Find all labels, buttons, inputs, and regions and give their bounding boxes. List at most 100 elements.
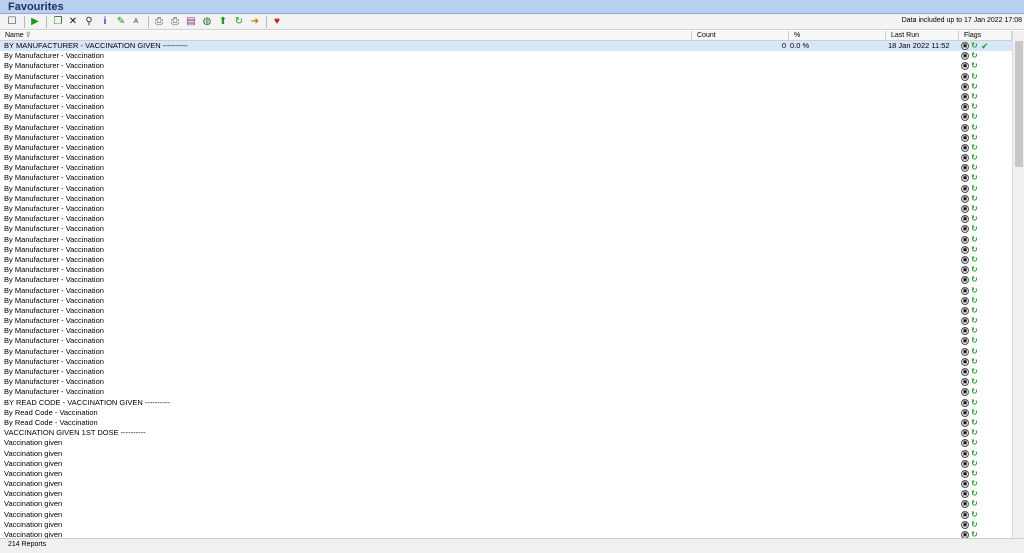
table-row[interactable]: By Manufacturer - Vaccination ▣ ↻ [0, 347, 1012, 357]
table-row[interactable]: Vaccination given ▣ ↻ [0, 459, 1012, 469]
favourite-icon[interactable]: ♥ [271, 16, 283, 28]
table-row[interactable]: By Manufacturer - Vaccination ▣ ↻ [0, 336, 1012, 346]
table-row[interactable]: By Manufacturer - Vaccination ▣ ↻ [0, 296, 1012, 306]
report-flag-icon: ▣ [961, 286, 969, 295]
column-pct[interactable]: % [789, 31, 886, 41]
table-row[interactable]: By Manufacturer - Vaccination ▣ ↻ [0, 204, 1012, 214]
table-row[interactable]: By Read Code - Vaccination ▣ ↻ [0, 408, 1012, 418]
table-row[interactable]: By Manufacturer - Vaccination ▣ ↻ [0, 163, 1012, 173]
table-row[interactable]: By Manufacturer - Vaccination ▣ ↻ [0, 112, 1012, 122]
table-row[interactable]: By Manufacturer - Vaccination ▣ ↻ [0, 306, 1012, 316]
search-icon[interactable]: ⚲ [83, 16, 95, 28]
new-icon[interactable]: ☐ [6, 16, 18, 28]
report-flag-icon: ▣ [961, 317, 969, 326]
table-row[interactable]: Vaccination given ▣ ↻ [0, 469, 1012, 479]
table-row[interactable]: By Manufacturer - Vaccination ▣ ↻ [0, 235, 1012, 245]
export-icon[interactable]: ▤ [185, 16, 197, 28]
recycle-flag-icon: ↻ [971, 153, 978, 163]
table-row[interactable]: By Manufacturer - Vaccination ▣ ↻ [0, 143, 1012, 153]
table-row[interactable]: By Read Code - Vaccination ▣ ↻ [0, 418, 1012, 428]
column-last-run[interactable]: Last Run [886, 31, 959, 41]
row-name: By Manufacturer - Vaccination [4, 356, 104, 366]
table-row[interactable]: By Manufacturer - Vaccination ▣ ↻ [0, 224, 1012, 234]
edit-icon[interactable]: ✎ [115, 16, 127, 28]
delete-icon[interactable]: ✕ [67, 16, 79, 28]
recycle-flag-icon: ↻ [971, 458, 978, 468]
move-up-icon[interactable]: ⬆ [217, 16, 229, 28]
table-row[interactable]: Vaccination given ▣ ↻ [0, 479, 1012, 489]
table-row[interactable]: By Manufacturer - Vaccination ▣ ↻ [0, 184, 1012, 194]
table-row[interactable]: By Manufacturer - Vaccination ▣ ↻ [0, 72, 1012, 82]
print-preview-icon[interactable]: ⎙ [169, 16, 181, 28]
recycle-flag-icon: ↻ [971, 438, 978, 448]
report-flag-icon: ▣ [961, 266, 969, 275]
table-row[interactable]: Vaccination given ▣ ↻ [0, 489, 1012, 499]
send-icon[interactable]: ➜ [249, 16, 261, 28]
table-row[interactable]: By Manufacturer - Vaccination ▣ ↻ [0, 326, 1012, 336]
table-row[interactable]: By Manufacturer - Vaccination ▣ ↻ [0, 133, 1012, 143]
table-row[interactable]: Vaccination given ▣ ↻ [0, 499, 1012, 509]
report-flag-icon: ▣ [961, 368, 969, 376]
table-row[interactable]: Vaccination given ▣ ↻ [0, 449, 1012, 459]
table-row[interactable]: By Manufacturer - Vaccination ▣ ↻ [0, 123, 1012, 133]
row-name: By Manufacturer - Vaccination [4, 305, 104, 315]
column-flags[interactable]: Flags [959, 31, 1012, 41]
recycle-flag-icon: ↻ [971, 193, 978, 203]
column-name[interactable]: Name ⊽ [0, 31, 692, 41]
report-flag-icon: ▣ [961, 103, 969, 112]
recycle-flag-icon: ↻ [971, 265, 978, 275]
table-row[interactable]: Vaccination given ▣ ↻ [0, 438, 1012, 448]
table-row[interactable]: By Manufacturer - Vaccination ▣ ↻ [0, 153, 1012, 163]
title-bar: Favourites [0, 0, 1024, 14]
row-name: Vaccination given [4, 468, 63, 478]
report-flag-icon: ▣ [961, 378, 969, 387]
recycle-flag-icon: ↻ [971, 254, 978, 264]
recycle-flag-icon: ↻ [971, 91, 978, 101]
table-row[interactable]: By Manufacturer - Vaccination ▣ ↻ [0, 286, 1012, 296]
rename-icon[interactable]: A [130, 16, 142, 28]
info-icon[interactable]: i [99, 16, 111, 28]
table-row[interactable]: VACCINATION GIVEN 1ST DOSE ---------- ▣ ↻ [0, 428, 1012, 438]
table-row[interactable]: By Manufacturer - Vaccination ▣ ↻ [0, 387, 1012, 397]
filter-icon[interactable]: ⊽ [26, 32, 31, 39]
table-row[interactable]: By Manufacturer - Vaccination ▣ ↻ [0, 275, 1012, 285]
run-icon[interactable]: ▶ [29, 16, 41, 28]
table-row[interactable]: Vaccination given ▣ ↻ [0, 510, 1012, 520]
table-row[interactable]: Vaccination given ▣ ↻ [0, 520, 1012, 530]
table-row[interactable]: By Manufacturer - Vaccination ▣ ↻ [0, 245, 1012, 255]
table-row[interactable]: By Manufacturer - Vaccination ▣ ↻ [0, 255, 1012, 265]
table-row[interactable]: By Manufacturer - Vaccination ▣ ↻ [0, 82, 1012, 92]
column-header: Name ⊽ Count % Last Run Flags [0, 31, 1012, 41]
table-row[interactable]: By Manufacturer - Vaccination ▣ ↻ [0, 214, 1012, 224]
table-row[interactable]: By Manufacturer - Vaccination ▣ ↻ [0, 173, 1012, 183]
table-row[interactable]: By Manufacturer - Vaccination ▣ ↻ [0, 265, 1012, 275]
recycle-flag-icon: ↻ [971, 122, 978, 132]
copy-report-icon[interactable]: ❐ [52, 16, 64, 28]
table-row[interactable]: By Manufacturer - Vaccination ▣ ↻ [0, 92, 1012, 102]
table-row[interactable]: BY READ CODE - VACCINATION GIVEN -------… [0, 398, 1012, 408]
recycle-flag-icon: ↻ [971, 71, 978, 81]
refresh-icon[interactable]: ↻ [233, 16, 245, 28]
report-flag-icon: ▣ [961, 510, 969, 519]
row-name: Vaccination given [4, 509, 63, 519]
row-name: By Manufacturer - Vaccination [4, 326, 104, 336]
table-row[interactable]: By Manufacturer - Vaccination ▣ ↻ [0, 367, 1012, 377]
table-row[interactable]: Vaccination given ▣ ↻ [0, 530, 1012, 538]
table-row[interactable]: By Manufacturer - Vaccination ▣ ↻ [0, 316, 1012, 326]
table-row[interactable]: By Manufacturer - Vaccination ▣ ↻ [0, 61, 1012, 71]
row-name: By Manufacturer - Vaccination [4, 81, 104, 91]
recycle-flag-icon: ↻ [971, 397, 978, 407]
table-row[interactable]: By Manufacturer - Vaccination ▣ ↻ [0, 194, 1012, 204]
print-icon[interactable]: ⎙ [153, 16, 165, 28]
schedule-icon[interactable]: ◍ [201, 16, 213, 28]
recycle-flag-icon: ↻ [971, 173, 978, 183]
table-row[interactable]: By Manufacturer - Vaccination ▣ ↻ [0, 377, 1012, 387]
table-row[interactable]: By Manufacturer - Vaccination ▣ ↻ [0, 51, 1012, 61]
column-count[interactable]: Count [692, 31, 789, 41]
table-row[interactable]: By Manufacturer - Vaccination ▣ ↻ [0, 102, 1012, 112]
table-row[interactable]: By Manufacturer - Vaccination ▣ ↻ [0, 357, 1012, 367]
recycle-flag-icon: ↻ [971, 102, 978, 112]
scrollbar-thumb[interactable] [1015, 41, 1023, 167]
table-row[interactable]: BY MANUFACTURER - VACCINATION GIVEN ----… [0, 41, 1012, 52]
vertical-scrollbar[interactable] [1012, 31, 1024, 538]
